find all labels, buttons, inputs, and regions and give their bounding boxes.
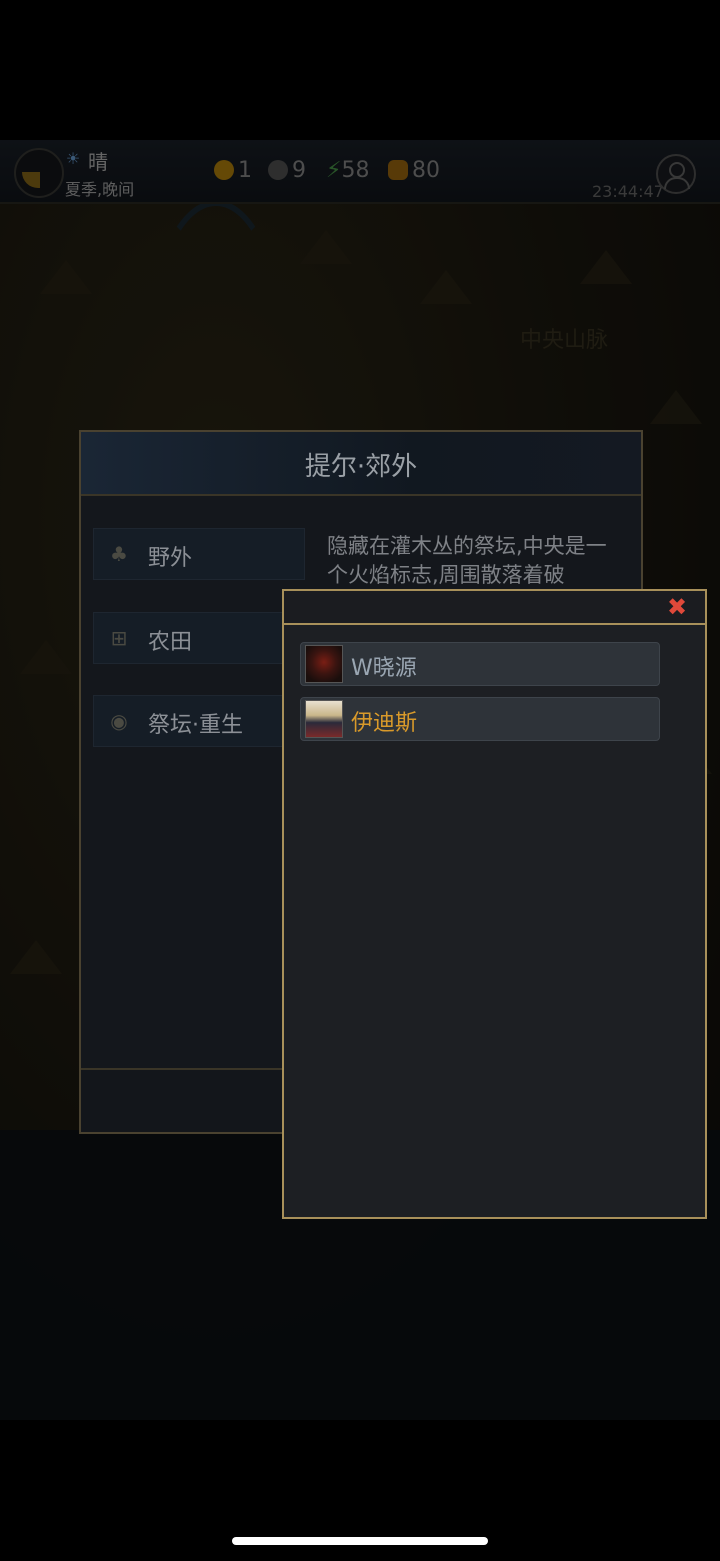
location-item-label: 祭坛·重生: [148, 713, 243, 738]
location-item-label: 野外: [148, 546, 193, 571]
popup-header: ✖: [284, 591, 705, 625]
location-item-label: 农田: [148, 630, 193, 655]
location-title: 提尔·郊外: [304, 452, 418, 482]
player-avatar: [305, 700, 343, 738]
player-entry[interactable]: 伊迪斯: [300, 697, 660, 741]
player-name: 伊迪斯: [351, 711, 418, 736]
field-icon: ⊞: [110, 626, 128, 650]
player-avatar: [305, 645, 343, 683]
location-item-farmland[interactable]: ⊞ 农田: [93, 612, 305, 664]
player-list-popup: ✖ W晓源 伊迪斯: [282, 589, 707, 1219]
close-icon[interactable]: ✖: [665, 593, 689, 621]
altar-icon: ◉: [110, 709, 128, 733]
home-indicator[interactable]: [232, 1537, 488, 1545]
location-item-altar[interactable]: ◉ 祭坛·重生: [93, 695, 305, 747]
location-panel-header: 提尔·郊外: [81, 432, 641, 496]
location-description: 隐藏在灌木丛的祭坛,中央是一个火焰标志,周围散落着破: [327, 534, 607, 587]
player-entry[interactable]: W晓源: [300, 642, 660, 686]
tree-icon: ♣: [110, 542, 128, 566]
location-item-wild[interactable]: ♣ 野外: [93, 528, 305, 580]
player-name: W晓源: [351, 656, 417, 681]
